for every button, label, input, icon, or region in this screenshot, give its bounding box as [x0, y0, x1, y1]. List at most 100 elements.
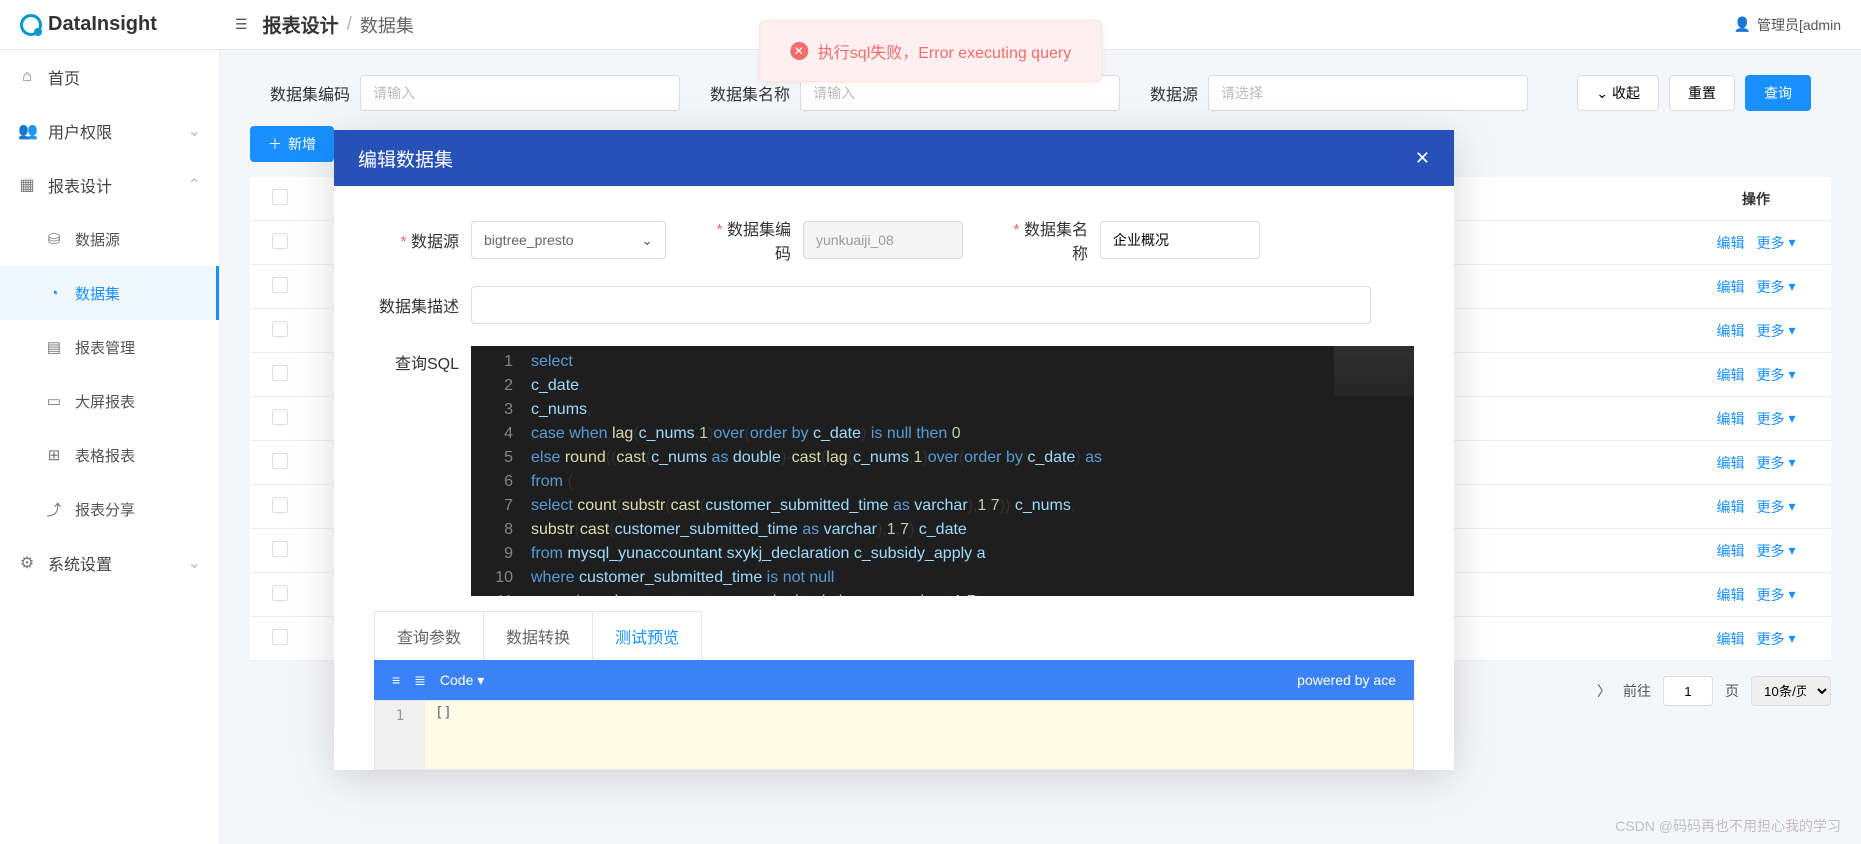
user-icon: 👤	[1734, 16, 1751, 33]
modal-tab-0[interactable]: 查询参数	[375, 612, 484, 660]
nav-label: 数据集	[75, 283, 120, 304]
edit-link[interactable]: 编辑	[1716, 541, 1744, 561]
edit-link[interactable]: 编辑	[1716, 365, 1744, 385]
edit-link[interactable]: 编辑	[1716, 629, 1744, 649]
edit-link[interactable]: 编辑	[1716, 453, 1744, 473]
row-checkbox[interactable]	[272, 497, 288, 513]
collapse-label: 收起	[1612, 83, 1640, 103]
nav-label: 报表设计	[48, 173, 112, 197]
more-link[interactable]: 更多 ▾	[1756, 453, 1795, 473]
home-icon: ⌂	[18, 68, 36, 86]
nav-system-settings[interactable]: ⚙系统设置⌄	[0, 536, 219, 590]
add-label: 新增	[288, 134, 316, 154]
edit-link[interactable]: 编辑	[1716, 497, 1744, 517]
more-link[interactable]: 更多 ▾	[1756, 233, 1795, 253]
close-icon[interactable]: ✕	[1415, 148, 1430, 169]
reset-button[interactable]: 重置	[1669, 75, 1735, 111]
source-value: bigtree_presto	[484, 232, 574, 248]
edit-link[interactable]: 编辑	[1716, 585, 1744, 605]
toast-message: 执行sql失败，Error executing query	[818, 39, 1071, 63]
modal-tab-2[interactable]: 测试预览	[593, 612, 701, 660]
name-input[interactable]	[1100, 221, 1260, 259]
edit-link[interactable]: 编辑	[1716, 277, 1744, 297]
filter-source-label: 数据源	[1150, 81, 1198, 105]
code-menu[interactable]: Code ▾	[440, 672, 484, 689]
align-left-icon[interactable]: ≡	[392, 672, 400, 688]
more-link[interactable]: 更多 ▾	[1756, 277, 1795, 297]
nav-label: 首页	[48, 65, 80, 89]
pager-size-select[interactable]: 10条/页	[1751, 676, 1831, 706]
add-button[interactable]: ＋ 新增	[250, 126, 334, 162]
nav-report-manage[interactable]: ▤报表管理	[0, 320, 219, 374]
edit-link[interactable]: 编辑	[1716, 321, 1744, 341]
more-link[interactable]: 更多 ▾	[1756, 541, 1795, 561]
menu-toggle-icon[interactable]: ☰	[220, 16, 263, 33]
row-checkbox[interactable]	[272, 365, 288, 381]
row-checkbox[interactable]	[272, 541, 288, 557]
edit-link[interactable]: 编辑	[1716, 409, 1744, 429]
logo-icon	[20, 14, 42, 36]
more-link[interactable]: 更多 ▾	[1756, 409, 1795, 429]
header-checkbox-col	[250, 189, 310, 208]
name-label: 数据集名称	[1003, 216, 1088, 264]
result-gutter: 1	[375, 701, 425, 769]
nav-label: 报表分享	[75, 499, 135, 520]
editor-minimap	[1334, 346, 1414, 396]
more-link[interactable]: 更多 ▾	[1756, 497, 1795, 517]
filter-source-select[interactable]	[1208, 75, 1528, 111]
result-editor[interactable]: 1 []	[374, 700, 1414, 770]
nav-user-perm[interactable]: 👥用户权限⌄	[0, 104, 219, 158]
editor-code[interactable]: select c_date, c_nums, case when lag(c_n…	[531, 346, 1414, 596]
pager-arrow-left-icon[interactable]: 〉	[1597, 681, 1611, 701]
report-icon: ▦	[18, 175, 36, 195]
filter-name-label: 数据集名称	[710, 81, 790, 105]
search-button[interactable]: 查询	[1745, 75, 1811, 111]
row-checkbox[interactable]	[272, 277, 288, 293]
caret-down-icon: ▾	[1788, 542, 1795, 559]
edit-link[interactable]: 编辑	[1716, 233, 1744, 253]
chevron-down-icon: ⌄	[188, 121, 201, 141]
filter-code-label: 数据集编码	[270, 81, 350, 105]
nav-grid-report[interactable]: ⊞ 表格报表	[0, 428, 219, 482]
nav-label: 系统设置	[48, 551, 112, 575]
desc-input[interactable]	[471, 286, 1371, 324]
source-label: 数据源	[374, 228, 459, 252]
checkbox-all[interactable]	[272, 189, 288, 205]
result-code[interactable]: []	[425, 701, 1413, 769]
user-area[interactable]: 👤 管理员[admin	[1734, 15, 1861, 35]
nav-big-screen[interactable]: ▭ 大屏报表	[0, 374, 219, 428]
row-checkbox[interactable]	[272, 409, 288, 425]
nav-dataset[interactable]: ◔数据集	[0, 266, 219, 320]
nav-report-share[interactable]: ⤴ 报表分享	[0, 482, 219, 536]
more-link[interactable]: 更多 ▾	[1756, 629, 1795, 649]
modal-tab-1[interactable]: 数据转换	[484, 612, 593, 660]
row-checkbox[interactable]	[272, 585, 288, 601]
modal-tabs: 查询参数数据转换测试预览	[374, 611, 702, 660]
grid-icon: ⊞	[45, 446, 63, 464]
more-link[interactable]: 更多 ▾	[1756, 585, 1795, 605]
source-select[interactable]: bigtree_presto ⌄	[471, 221, 666, 259]
nav-datasource[interactable]: ⛁数据源	[0, 212, 219, 266]
chevron-down-icon: ⌄	[1596, 85, 1608, 102]
row-checkbox[interactable]	[272, 453, 288, 469]
nav-home[interactable]: ⌂ 首页	[0, 50, 219, 104]
more-link[interactable]: 更多 ▾	[1756, 321, 1795, 341]
pager-page-input[interactable]	[1663, 676, 1713, 706]
sql-editor[interactable]: 1234567891011 select c_date, c_nums, cas…	[471, 346, 1414, 596]
more-link[interactable]: 更多 ▾	[1756, 365, 1795, 385]
nav-report-design[interactable]: ▦报表设计⌃	[0, 158, 219, 212]
filter-code-input[interactable]	[360, 75, 680, 111]
code-label: 数据集编码	[706, 216, 791, 264]
align-center-icon[interactable]: ≣	[414, 672, 426, 689]
breadcrumb-sep: /	[347, 14, 352, 36]
screen-icon: ▭	[45, 392, 63, 410]
nav-label: 表格报表	[75, 445, 135, 466]
row-checkbox[interactable]	[272, 233, 288, 249]
row-checkbox[interactable]	[272, 321, 288, 337]
error-icon: ✕	[790, 42, 808, 60]
row-checkbox[interactable]	[272, 629, 288, 645]
caret-down-icon: ▾	[1788, 278, 1795, 295]
collapse-button[interactable]: ⌄收起	[1577, 75, 1659, 111]
nav-label: 大屏报表	[75, 391, 135, 412]
share-icon: ⤴	[45, 499, 63, 520]
